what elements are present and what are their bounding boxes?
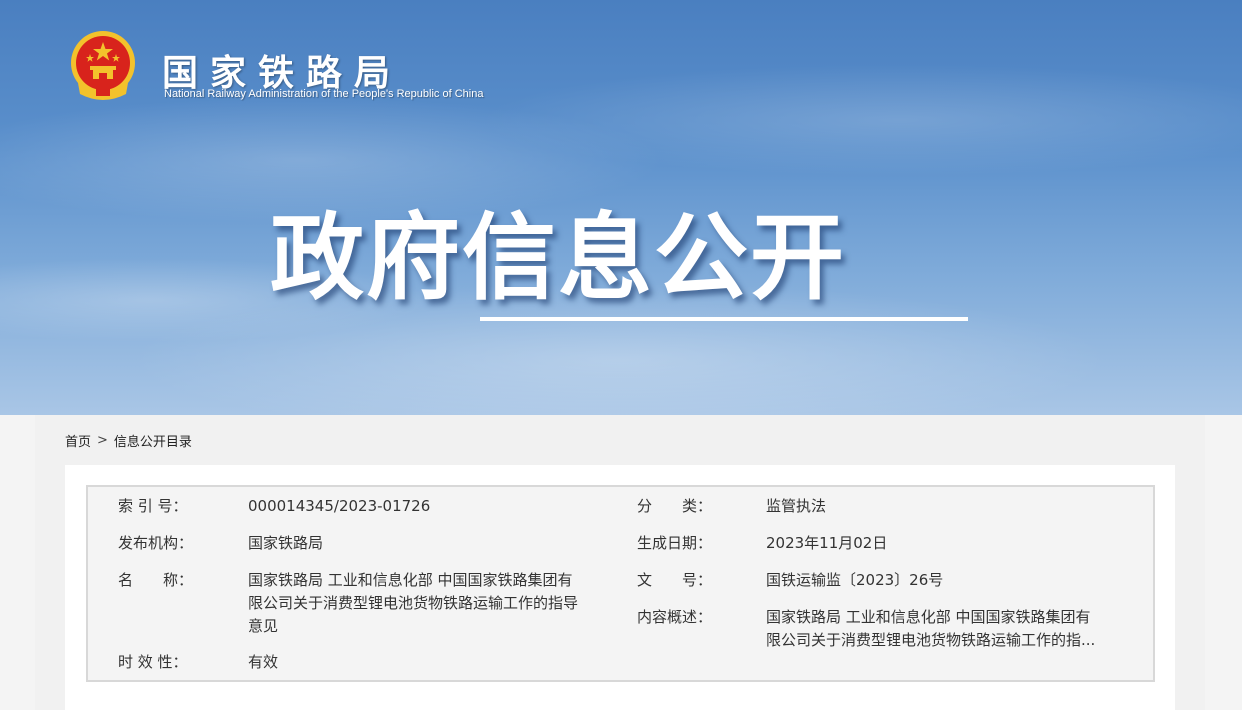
page-title: 政府信息公开 [270,204,847,313]
breadcrumb-home-link[interactable]: 首页 [65,431,91,450]
date-value: 2023年11月02日 [766,534,888,552]
summary-value-line1: 国家铁路局 工业和信息化部 中国国家铁路集团有 [766,608,1091,626]
validity-label: 时 效 性： [118,653,188,671]
index-number-value: 000014345/2023-01726 [248,497,431,515]
date-label: 生成日期： [637,534,713,552]
header-banner: 国家铁路局 National Railway Administration of… [0,0,1242,415]
summary-label: 内容概述： [637,608,713,626]
issuer-value: 国家铁路局 [248,534,324,552]
name-value-line3: 意见 [248,617,279,635]
name-value-line2: 限公司关于消费型锂电池货物铁路运输工作的指导 [248,594,579,612]
breadcrumb-catalog-link[interactable]: 信息公开目录 [114,431,192,450]
issuer-label: 发布机构： [118,534,194,552]
org-name-en[interactable]: National Railway Administration of the P… [164,88,483,100]
title-underline [480,317,968,321]
document-number-value: 国铁运输监〔2023〕26号 [766,571,944,589]
category-label: 分 类： [637,497,713,515]
document-number-label: 文 号： [637,571,713,589]
validity-value: 有效 [248,653,279,671]
breadcrumb: 首页 > 信息公开目录 [65,431,192,450]
document-metadata-table: 索 引 号： 000014345/2023-01726 分 类： 监管执法 发布… [86,485,1155,682]
summary-value-line2: 限公司关于消费型锂电池货物铁路运输工作的指... [766,631,1096,649]
name-label: 名 称： [118,571,194,589]
breadcrumb-separator: > [97,433,108,448]
national-emblem-icon[interactable] [68,28,138,102]
category-value: 监管执法 [766,497,827,515]
index-number-label: 索 引 号： [118,497,188,515]
name-value-line1: 国家铁路局 工业和信息化部 中国国家铁路集团有 [248,571,573,589]
